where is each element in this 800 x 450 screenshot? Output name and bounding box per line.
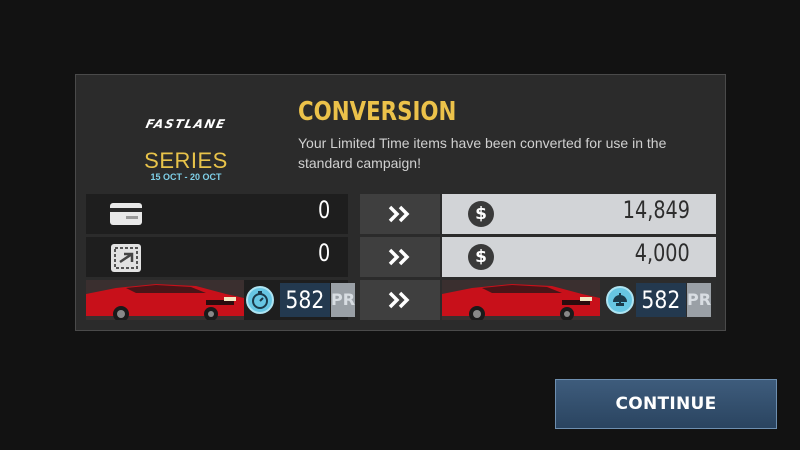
- pr-value: 582: [280, 283, 330, 317]
- convert-arrow: [360, 280, 440, 320]
- result-value: 14,849: [622, 196, 690, 224]
- pr-value: 582: [636, 283, 686, 317]
- series-label: SERIES: [144, 148, 228, 173]
- source-value: 0: [317, 196, 330, 224]
- continue-button[interactable]: CONTINUE: [555, 379, 777, 429]
- stopwatch-icon: [246, 286, 274, 314]
- voucher-icon: [111, 244, 141, 272]
- car-image: [442, 280, 600, 320]
- double-chevron-right-icon: [388, 291, 410, 309]
- conversion-row-vouchers: 0 $ 4,000: [86, 237, 716, 277]
- conversion-description: Your Limited Time items have been conver…: [298, 135, 667, 171]
- row-result: 582 PR: [442, 280, 716, 320]
- row-source: 582 PR: [86, 280, 355, 320]
- conversion-panel: FASTLANE SERIES 15 OCT - 20 OCT CONVERSI…: [75, 74, 726, 331]
- convert-arrow: [360, 237, 440, 277]
- event-dates: 15 OCT - 20 OCT: [150, 172, 222, 182]
- double-chevron-right-icon: [388, 248, 410, 266]
- source-value: 0: [317, 239, 330, 267]
- pr-number: 582: [285, 286, 325, 314]
- event-logo: FASTLANE: [106, 115, 266, 133]
- row-source: 0: [86, 237, 348, 277]
- row-source: 0: [86, 194, 348, 234]
- page-title: CONVERSION: [298, 97, 457, 127]
- convert-arrow: [360, 194, 440, 234]
- row-result: $ 14,849: [442, 194, 716, 234]
- car-image: [86, 280, 244, 320]
- engine-icon: [606, 286, 634, 314]
- conversion-row-cards: 0 $ 14,849: [86, 194, 716, 234]
- row-result: $ 4,000: [442, 237, 716, 277]
- cash-icon: $: [468, 201, 494, 227]
- pr-tag: PR: [687, 283, 711, 317]
- pr-number: 582: [641, 286, 681, 314]
- cash-icon: $: [468, 244, 494, 270]
- result-value: 4,000: [635, 239, 690, 267]
- double-chevron-right-icon: [388, 205, 410, 223]
- event-logo-text: FASTLANE: [144, 117, 228, 131]
- conversion-row-car: 582 PR 582 PR: [86, 280, 716, 320]
- pr-tag: PR: [331, 283, 355, 317]
- card-icon: [110, 203, 142, 225]
